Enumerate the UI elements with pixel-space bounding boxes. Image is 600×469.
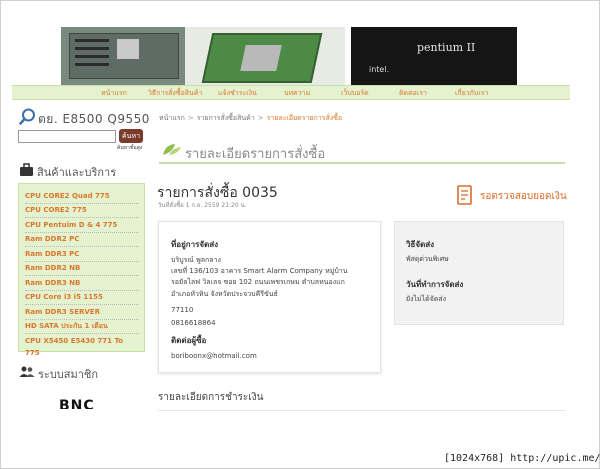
- search-hint-title: ตย. E8500 Q9550: [38, 112, 150, 126]
- header-banner: pentium II intel.: [61, 27, 549, 85]
- nav-contact[interactable]: ติดต่อเรา: [399, 88, 427, 99]
- category-item[interactable]: CPU Pentuim D & 4 775: [25, 219, 139, 233]
- leaf-icon: [163, 144, 181, 155]
- phone-number: 0816618864: [171, 319, 216, 327]
- nav-articles[interactable]: บทความ: [284, 88, 310, 99]
- category-item[interactable]: Ram DDR3 PC: [25, 248, 139, 262]
- address-line: เลขที่ 136/103 อาคาร Smart Alarm Company…: [171, 267, 348, 275]
- nav-how-to-order[interactable]: วิธีการสั่งซื้อสินค้า: [148, 88, 202, 99]
- category-item[interactable]: CPU X5450 E5430 771 To 775: [25, 335, 139, 357]
- search-input[interactable]: [18, 130, 116, 143]
- nav-about[interactable]: เกี่ยวกับเรา: [455, 88, 488, 99]
- advanced-search-link[interactable]: ค้นหาขั้นสูง: [117, 144, 142, 152]
- nav-payment-notify[interactable]: แจ้งชำระเงิน: [218, 88, 257, 99]
- screenshot-watermark: [1024x768] http://upic.me/: [444, 453, 600, 464]
- category-item[interactable]: Ram DDR2 NB: [25, 262, 139, 276]
- shipping-date-value: ยังไม่ได้จัดส่ง: [406, 295, 447, 303]
- cpu-image: [185, 27, 345, 85]
- breadcrumb-current: รายละเอียดรายการสั่งซื้อ: [266, 114, 343, 122]
- member-system-title: ระบบสมาชิก: [38, 368, 99, 381]
- category-item[interactable]: Ram DDR3 NB: [25, 277, 139, 291]
- category-item[interactable]: Ram DDR2 PC: [25, 233, 139, 247]
- breadcrumb-separator: >: [257, 114, 264, 122]
- search-icon: [19, 108, 35, 125]
- nav-home[interactable]: หน้าแรก: [101, 88, 127, 99]
- receipt-icon: [457, 185, 472, 205]
- category-item[interactable]: CPU Core i3 i5 1155: [25, 291, 139, 305]
- contact-label: ติดต่อผู้ซื้อ: [171, 336, 207, 345]
- search-button[interactable]: ค้นหา: [119, 129, 143, 143]
- main-nav: หน้าแรก วิธีการสั่งซื้อสินค้า แจ้งชำระเง…: [12, 85, 570, 100]
- categories-title: สินค้าและบริการ: [37, 166, 117, 179]
- category-list: CPU CORE2 Quad 775 CPU CORE2 775 CPU Pen…: [18, 183, 145, 357]
- shipping-method-value: พัสดุด่วนพิเศษ: [406, 255, 449, 263]
- shipping-address-card: ที่อยู่การจัดส่ง บริบูรณ์ พูลกลาง เลขที่…: [158, 221, 381, 373]
- address-label: ที่อยู่การจัดส่ง: [171, 240, 219, 249]
- brand-label: intel.: [369, 65, 390, 74]
- address-line: บริบูรณ์ พูลกลาง: [171, 256, 221, 264]
- breadcrumb-home[interactable]: หน้าแรก: [159, 114, 185, 122]
- order-date: วันที่สั่งซื้อ 1 ก.ย. 2559 21:20 น.: [158, 202, 247, 209]
- title-divider: [159, 162, 565, 164]
- buyer-email: boriboonx@hotmail.com: [171, 352, 257, 360]
- users-icon: [19, 366, 35, 377]
- breadcrumb-separator: >: [187, 114, 194, 122]
- shipping-info-card: วิธีจัดส่ง พัสดุด่วนพิเศษ วันที่ทำการจัด…: [394, 221, 564, 325]
- cpu-label: pentium II: [417, 41, 476, 54]
- shipping-method-label: วิธีจัดส่ง: [406, 240, 435, 249]
- motherboard-image: [61, 27, 185, 85]
- bnc-logo: BNC: [59, 398, 95, 409]
- category-item[interactable]: Ram DDR3 SERVER: [25, 306, 139, 320]
- payment-divider: [158, 410, 565, 411]
- payment-details-title: รายละเอียดการชำระเงิน: [158, 392, 264, 403]
- page-title: รายละเอียดรายการสั่งซื้อ: [185, 147, 326, 162]
- shipping-date-label: วันที่ทำการจัดส่ง: [406, 280, 464, 289]
- category-item[interactable]: CPU CORE2 Quad 775: [25, 190, 139, 204]
- postal-code: 77110: [171, 306, 194, 314]
- breadcrumb: หน้าแรก > รายการสั่งซื้อสินค้า > รายละเอียดร…: [159, 113, 342, 124]
- address-line: อำเภอหัวหิน จังหวัดประจวบคีรีขันธ์: [171, 290, 278, 298]
- page-frame: pentium II intel. หน้าแรก วิธีการสั่งซื้…: [0, 0, 600, 469]
- category-item[interactable]: CPU CORE2 775: [25, 204, 139, 218]
- nav-webboard[interactable]: เว็บบอร์ด: [341, 88, 369, 99]
- payment-pending-status[interactable]: รอตรวจสอบยอดเงิน: [480, 189, 567, 204]
- breadcrumb-orders[interactable]: รายการสั่งซื้อสินค้า: [197, 114, 255, 122]
- address-line: รอยัลไลฟ วิลเลจ ซอย 102 ถนนเพชรเกษม ตำบล…: [171, 278, 345, 286]
- briefcase-icon: [20, 163, 33, 176]
- pentium-cartridge-image: pentium II intel.: [345, 27, 549, 85]
- category-item[interactable]: HD SATA ประกัน 1 เดือน: [25, 320, 139, 334]
